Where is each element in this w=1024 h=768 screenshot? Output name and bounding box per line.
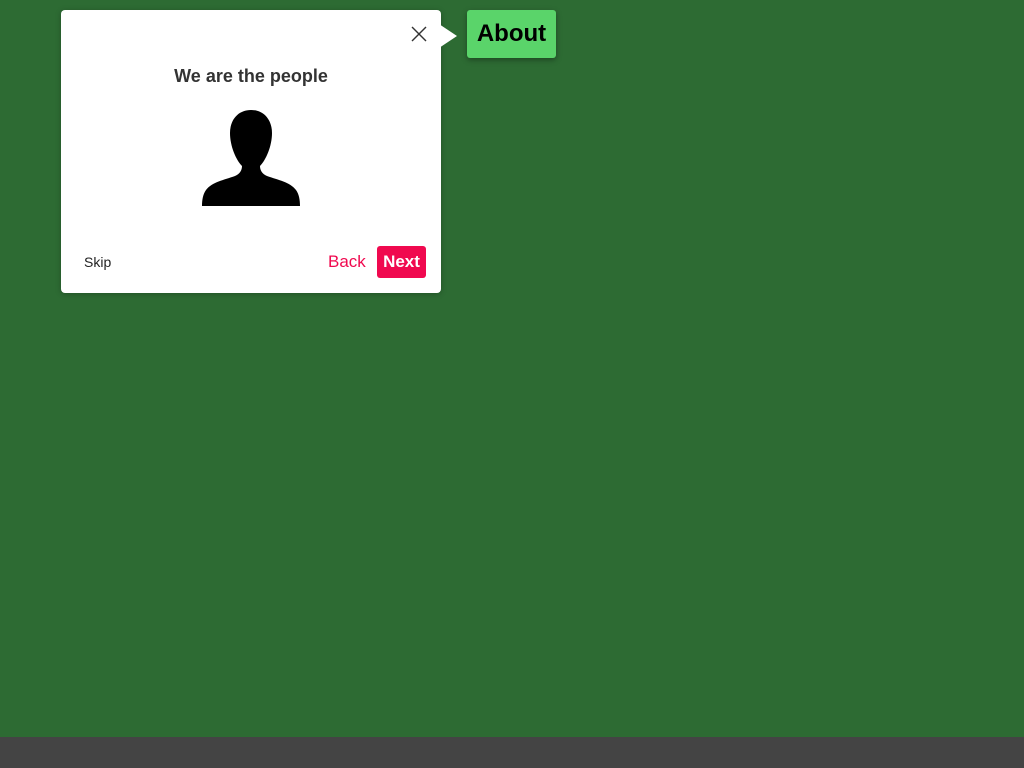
back-button[interactable]: Back — [328, 252, 366, 272]
skip-button[interactable]: Skip — [84, 254, 111, 270]
tour-popover: We are the people Skip Back Next — [61, 10, 457, 293]
close-button[interactable] — [407, 22, 431, 46]
tour-title: We are the people — [174, 66, 328, 86]
person-silhouette-icon — [202, 110, 300, 206]
about-button[interactable]: About — [467, 10, 556, 58]
next-button[interactable]: Next — [377, 246, 426, 278]
popover-arrow — [439, 24, 457, 48]
footer-bar — [0, 737, 1024, 768]
close-icon — [411, 26, 427, 42]
